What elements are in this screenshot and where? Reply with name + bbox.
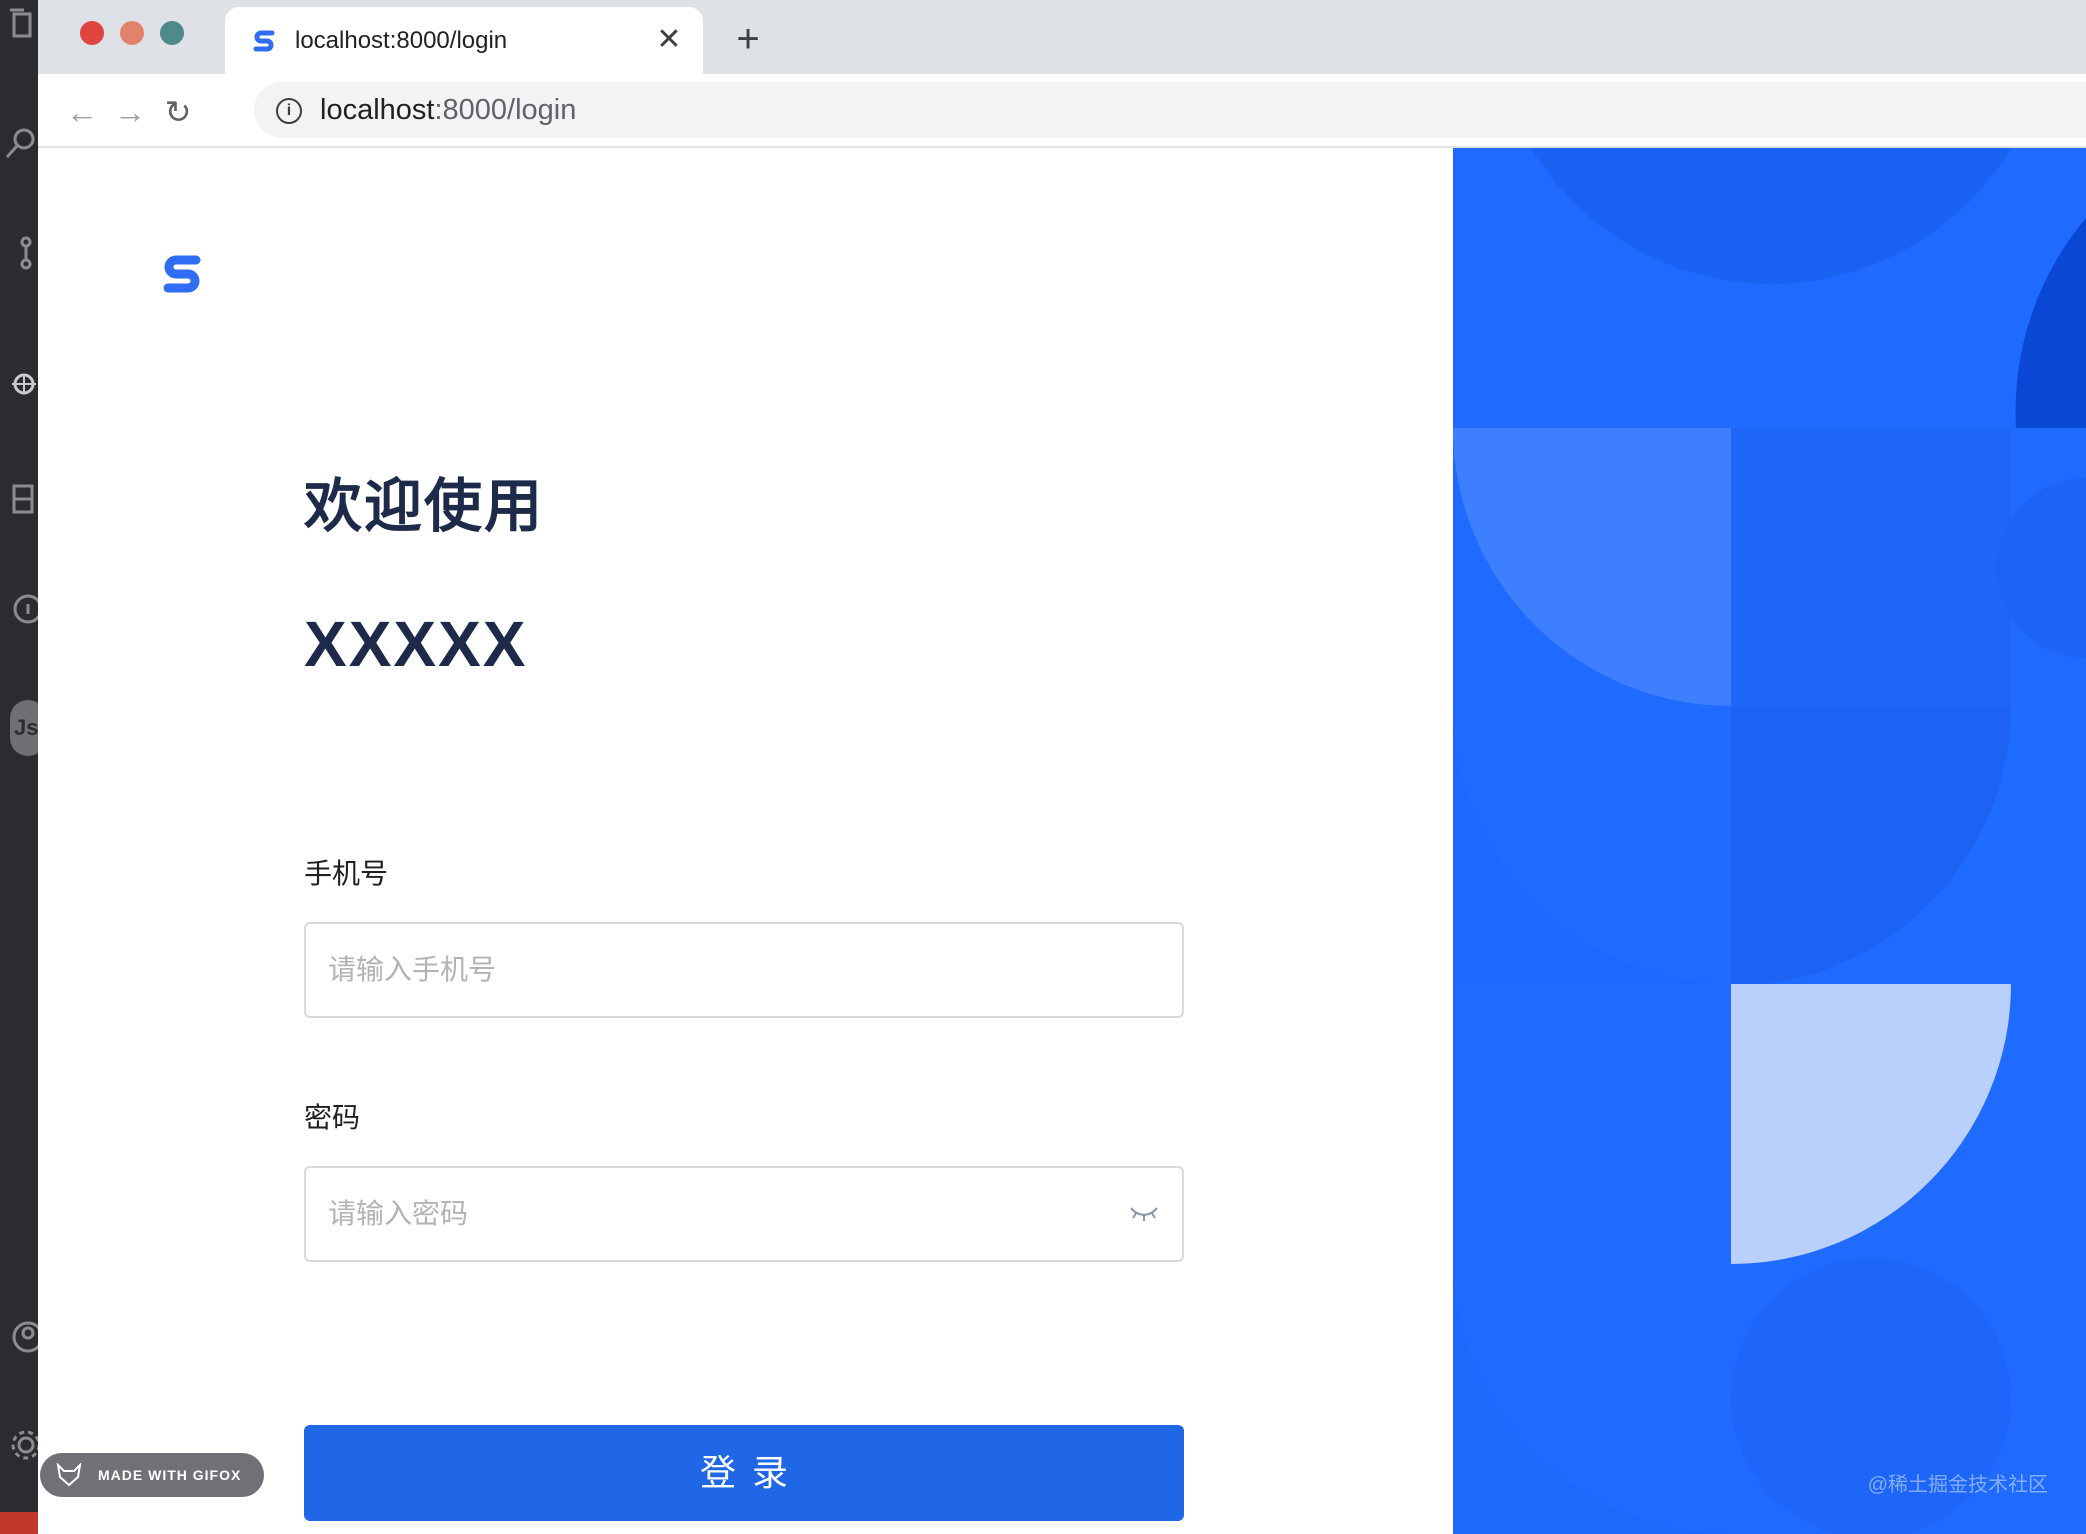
geometric-background xyxy=(1453,148,2086,1534)
url-host: localhost xyxy=(320,94,435,126)
files-icon[interactable] xyxy=(4,6,38,40)
settings-gear-icon[interactable] xyxy=(4,1428,38,1462)
gifox-text: MADE WITH GIFOX xyxy=(98,1467,242,1483)
search-icon[interactable] xyxy=(4,126,38,160)
brand-logo-icon xyxy=(163,255,201,293)
login-button[interactable]: 登录 xyxy=(304,1425,1184,1521)
decorative-blue-panel: @稀土掘金技术社区 xyxy=(1453,148,2086,1534)
login-page: 欢迎使用 XXXXX 手机号 密码 登录 MADE WITH GIFOX xyxy=(38,148,2086,1534)
reload-icon[interactable]: ↻ xyxy=(158,92,198,132)
brand-name: XXXXX xyxy=(304,608,528,680)
phone-label: 手机号 xyxy=(304,858,389,889)
tab-strip: localhost:8000/login ✕ + xyxy=(38,0,2086,74)
browser-window: localhost:8000/login ✕ + ← → ↻ i localho… xyxy=(38,0,2086,1534)
password-label: 密码 xyxy=(304,1102,361,1133)
welcome-heading: 欢迎使用 xyxy=(304,474,545,539)
window-minimize-button[interactable] xyxy=(120,21,144,45)
browser-toolbar: ← → ↻ i localhost:8000/login xyxy=(38,74,2086,148)
window-close-button[interactable] xyxy=(80,21,104,45)
eye-closed-icon[interactable] xyxy=(1128,1200,1160,1224)
password-input[interactable] xyxy=(328,1168,1108,1260)
phone-field[interactable] xyxy=(304,922,1184,1018)
remote-explorer-icon[interactable] xyxy=(4,592,38,626)
info-icon[interactable]: i xyxy=(276,98,302,124)
fox-icon xyxy=(56,1463,82,1487)
gifox-badge: MADE WITH GIFOX xyxy=(40,1453,264,1497)
url-text[interactable]: localhost:8000/login xyxy=(320,92,576,128)
phone-input[interactable] xyxy=(328,924,1108,1016)
tab-title: localhost:8000/login xyxy=(295,27,508,54)
account-icon[interactable] xyxy=(4,1320,38,1354)
plus-icon[interactable]: + xyxy=(728,19,768,60)
url-path: :8000/login xyxy=(434,94,577,126)
address-bar[interactable]: i localhost:8000/login xyxy=(254,82,2086,138)
debug-icon[interactable] xyxy=(4,364,38,398)
site-favicon-icon xyxy=(253,30,275,52)
window-zoom-button[interactable] xyxy=(160,21,184,45)
ide-activity-bar: Js xyxy=(0,0,46,1534)
watermark: @稀土掘金技术社区 xyxy=(1867,1474,2048,1496)
status-bar-remote[interactable] xyxy=(0,1512,38,1534)
tab-localhost-login[interactable]: localhost:8000/login ✕ xyxy=(225,7,703,74)
password-field[interactable] xyxy=(304,1166,1184,1262)
source-control-icon[interactable] xyxy=(4,236,38,270)
login-form-panel: 欢迎使用 XXXXX 手机号 密码 登录 MADE WITH GIFOX xyxy=(38,148,1453,1534)
close-icon[interactable]: ✕ xyxy=(653,24,685,56)
arrow-right-icon[interactable]: → xyxy=(110,92,150,132)
extensions-icon[interactable] xyxy=(4,482,38,516)
arrow-left-icon[interactable]: ← xyxy=(62,92,102,132)
